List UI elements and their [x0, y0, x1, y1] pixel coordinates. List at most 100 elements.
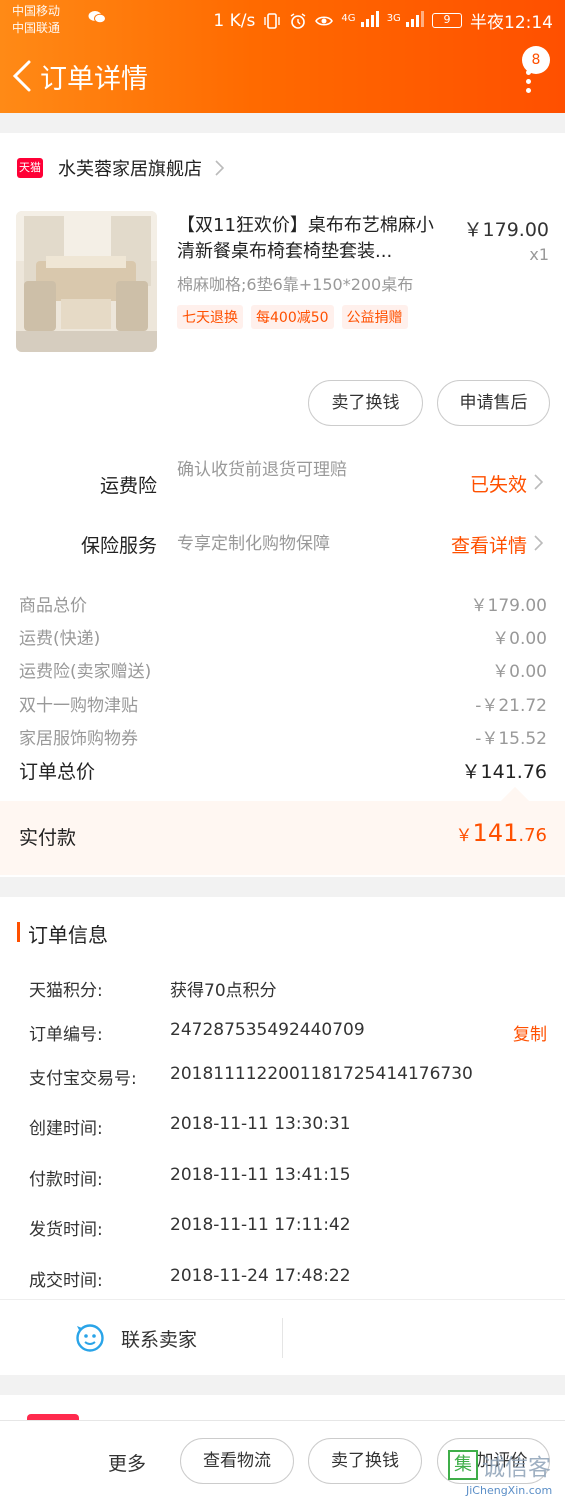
shipping-insurance-desc: 确认收货前退货可理赔 — [177, 460, 347, 480]
apply-aftersale-button[interactable]: 申请售后 — [437, 380, 550, 426]
price-value: ￥179.00 — [470, 596, 547, 616]
order-info-card: 订单信息 天猫积分: 获得70点积分 订单编号: 247287535492440… — [0, 897, 565, 1375]
insurance-view-details: 查看详情 — [450, 535, 527, 557]
tag-discount: 每400减50 — [251, 305, 334, 329]
price-value: -￥21.72 — [475, 696, 547, 716]
signal-4g-label: 4G — [341, 13, 356, 24]
price-row-shipping: 运费(快递) ￥0.00 — [19, 624, 547, 649]
product-title[interactable]: 【双11狂欢价】桌布布艺棉麻小清新餐桌布椅套椅垫套装... — [177, 213, 447, 265]
carrier-1: 中国移动 — [12, 4, 61, 18]
price-label: 运费(快递) — [19, 629, 101, 649]
paid-decimal: .76 — [518, 825, 547, 846]
product-price: ￥179.00 — [463, 219, 549, 241]
info-row-alipay-number: 支付宝交易号: 2018111122001181725414176730 — [29, 1064, 549, 1089]
paid-amount: ￥141.76 — [456, 819, 547, 847]
order-info-title: 订单信息 — [28, 923, 108, 947]
copy-order-number-button[interactable]: 复制 — [513, 1020, 547, 1045]
eye-icon — [315, 15, 334, 26]
tag-return: 七天退换 — [177, 305, 243, 329]
contact-seller-button[interactable]: 联系卖家 — [121, 1325, 197, 1352]
order-total-label: 订单总价 — [19, 761, 96, 783]
price-row-subsidy: 双十一购物津贴 -￥21.72 — [19, 691, 547, 716]
price-label: 商品总价 — [19, 596, 87, 616]
product-tags: 七天退换 每400减50 公益捐赠 — [177, 305, 408, 329]
shipping-insurance-row[interactable]: 运费险 确认收货前退货可理赔 已失效 — [0, 457, 565, 509]
signal-bars-icon — [360, 11, 379, 27]
watermark-text: 诚信客 — [482, 1455, 551, 1481]
info-row-completed: 成交时间: 2018-11-24 17:48:22 — [29, 1266, 549, 1291]
signal-3g-label: 3G — [386, 13, 401, 24]
price-label: 运费险(卖家赠送) — [19, 662, 152, 682]
price-value: ￥0.00 — [492, 662, 547, 682]
nav-bar: 订单详情 8 — [0, 40, 565, 113]
more-actions-button[interactable]: 更多 — [108, 1449, 146, 1476]
watermark-url: JiChengXin.com — [466, 1484, 553, 1497]
paid-label: 实付款 — [19, 827, 77, 849]
paid-currency: ￥ — [455, 826, 473, 846]
wechat-icon — [88, 11, 106, 24]
product-image[interactable] — [16, 211, 157, 352]
sell-for-cash-bottom-button[interactable]: 卖了换钱 — [308, 1438, 422, 1484]
carrier-info: 中国移动 中国联通 — [12, 3, 60, 37]
info-value: 247287535492440709 — [170, 1020, 365, 1040]
more-menu-button[interactable]: 8 — [512, 46, 552, 104]
signal-3g-icon: 3G — [387, 11, 424, 30]
tag-charity: 公益捐赠 — [341, 305, 408, 329]
signal-4g-icon: 4G — [341, 11, 379, 30]
paid-integer: 141 — [472, 819, 519, 847]
chevron-right-icon — [534, 535, 543, 551]
price-value: ￥0.00 — [492, 629, 547, 649]
shipping-insurance-status: 已失效 — [469, 474, 527, 496]
info-value: 2018111122001181725414176730 — [170, 1064, 473, 1084]
divider — [282, 1318, 283, 1358]
store-header[interactable]: 天猫 水芙蓉家居旗舰店 — [17, 155, 224, 181]
price-value: -￥15.52 — [475, 729, 547, 749]
watermark-logo: 集 — [448, 1450, 478, 1480]
insurance-service-row[interactable]: 保险服务 专享定制化购物保障 查看详情 — [0, 529, 565, 561]
vibrate-icon — [264, 12, 281, 29]
message-count-badge: 8 — [522, 46, 550, 74]
product-photo — [16, 211, 157, 352]
site-watermark: 集 诚信客 JiChengXin.com — [448, 1430, 565, 1500]
info-value: 获得70点积分 — [170, 981, 277, 1001]
contact-seller-row: 联系卖家 — [0, 1299, 565, 1375]
price-row-shipping-insurance: 运费险(卖家赠送) ￥0.00 — [19, 657, 547, 682]
signal-bars-icon — [406, 11, 424, 27]
info-label: 发货时间: — [29, 1220, 103, 1240]
store-name: 水芙蓉家居旗舰店 — [58, 159, 202, 180]
status-bar: 中国移动 中国联通 1 K/s 4G 3G 9 半夜12:14 — [0, 0, 565, 40]
alarm-icon — [290, 12, 306, 29]
info-label: 支付宝交易号: — [29, 1069, 137, 1089]
info-label: 创建时间: — [29, 1119, 103, 1139]
carrier-2: 中国联通 — [12, 21, 61, 35]
price-row-goods: 商品总价 ￥179.00 — [19, 591, 547, 616]
info-value: 2018-11-11 17:11:42 — [170, 1215, 351, 1235]
price-row-coupon: 家居服饰购物券 -￥15.52 — [19, 724, 547, 749]
order-card: 天猫 水芙蓉家居旗舰店 【双11狂欢价】桌布布艺棉麻小清新餐桌布椅套椅垫套装..… — [0, 133, 565, 877]
info-label: 订单编号: — [29, 1025, 103, 1045]
info-label: 成交时间: — [29, 1271, 103, 1291]
status-icons: 1 K/s 4G 3G 9 半夜12:14 — [213, 8, 553, 34]
info-row-order-number: 订单编号: 247287535492440709 — [29, 1020, 549, 1045]
section-marker — [17, 922, 20, 942]
price-label: 双十一购物津贴 — [19, 696, 138, 716]
info-value: 2018-11-24 17:48:22 — [170, 1266, 351, 1286]
notch — [500, 786, 530, 816]
info-label: 付款时间: — [29, 1170, 103, 1190]
tmall-icon: 天猫 — [17, 158, 43, 178]
info-row-paid: 付款时间: 2018-11-11 13:41:15 — [29, 1165, 549, 1190]
info-label: 天猫积分: — [29, 981, 103, 1001]
view-logistics-button[interactable]: 查看物流 — [180, 1438, 294, 1484]
info-value: 2018-11-11 13:30:31 — [170, 1114, 351, 1134]
page-title: 订单详情 — [40, 64, 148, 95]
chevron-right-icon — [215, 160, 224, 176]
back-arrow-icon[interactable] — [10, 58, 34, 94]
sell-for-cash-button[interactable]: 卖了换钱 — [308, 380, 423, 426]
price-label: 家居服饰购物券 — [19, 729, 138, 749]
info-value: 2018-11-11 13:41:15 — [170, 1165, 351, 1185]
chat-face-icon[interactable] — [75, 1323, 105, 1353]
net-speed: 1 K/s — [213, 10, 256, 31]
product-quantity: x1 — [529, 245, 549, 264]
order-total-row: 订单总价 ￥141.76 — [19, 757, 547, 784]
info-row-shipped: 发货时间: 2018-11-11 17:11:42 — [29, 1215, 549, 1240]
